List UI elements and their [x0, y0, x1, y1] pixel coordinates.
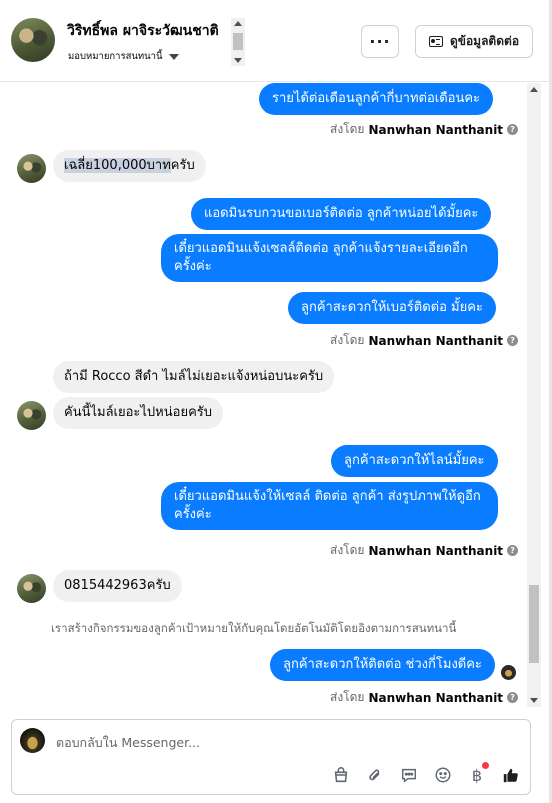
contact-name-panel: วิริทธิ์พล ผาจิระวัฒนชาติ มอบหมายการสนทน…: [65, 18, 245, 66]
scroll-down-arrow-icon[interactable]: [530, 698, 538, 703]
sent-by-prefix: ส่งโดย: [330, 122, 365, 136]
sender-name: Nanwhan Nanthanit: [368, 543, 504, 558]
automation-note: เราสร้างกิจกรรมของลูกค้าเป้าหมายให้กับคุ…: [51, 621, 457, 635]
message-text: ครับ: [170, 158, 195, 173]
conversation-header: วิริทธิ์พล ผาจิระวัฒนชาติ มอบหมายการสนทน…: [0, 0, 552, 82]
sent-by-prefix: ส่งโดย: [330, 543, 365, 557]
message-incoming[interactable]: ถ้ามี Rocco สีดำ ไมล์ไม่เยอะแจ้งหน่อบนะค…: [53, 361, 335, 393]
scroll-down-arrow-icon[interactable]: [234, 58, 242, 63]
baht-icon[interactable]: ฿: [467, 762, 489, 785]
thumbs-up-icon[interactable]: [501, 765, 521, 785]
view-contact-info-button[interactable]: ดูข้อมูลติดต่อ: [415, 25, 533, 58]
contact-name[interactable]: วิริทธิ์พล ผาจิระวัฒนชาติ: [67, 20, 219, 42]
thread-scrollbar[interactable]: [527, 83, 541, 707]
bag-icon[interactable]: [331, 765, 351, 785]
message-thread[interactable]: รายได้ต่อเดือนลูกค้ากี่บาทต่อเดือนคะ ส่ง…: [0, 83, 552, 707]
currency-symbol: ฿: [471, 765, 483, 785]
contact-avatar[interactable]: [11, 18, 55, 62]
sent-by-prefix: ส่งโดย: [330, 333, 365, 347]
message-outgoing[interactable]: ลูกค้าสะดวกให้ไลน์มั้ยคะ: [331, 445, 498, 477]
scroll-thumb[interactable]: [529, 585, 539, 663]
info-icon[interactable]: ?: [507, 335, 519, 346]
sender-name: Nanwhan Nanthanit: [368, 122, 504, 137]
message-outgoing[interactable]: ลูกค้าสะดวกให้เบอร์ติดต่อ มั้ยคะ: [288, 292, 496, 324]
message-outgoing[interactable]: เดี๋ยวแอดมินแจ้งเซลล์ติดต่อ ลูกค้าแจ้งรา…: [161, 234, 498, 282]
message-outgoing[interactable]: แอดมินรบกวนขอเบอร์ติดต่อ ลูกค้าหน่อยได้ม…: [191, 198, 492, 230]
view-contact-info-label: ดูข้อมูลติดต่อ: [449, 34, 520, 48]
chevron-down-icon: [168, 53, 179, 60]
composer-toolbar: ฿: [331, 762, 521, 785]
message-incoming[interactable]: คันนี้ไมล์เยอะไปหน่อยครับ: [53, 397, 223, 429]
speech-bubble-icon[interactable]: [399, 765, 419, 785]
message-outgoing[interactable]: ลูกค้าสะดวกให้ติดต่อ ช่วงกี่โมงดีคะ: [270, 649, 495, 681]
contact-avatar-small[interactable]: [17, 574, 46, 603]
scroll-up-arrow-icon[interactable]: [530, 87, 538, 92]
message-incoming[interactable]: เฉลี่ย100,000บาทครับ: [53, 150, 206, 182]
info-icon[interactable]: ?: [507, 545, 519, 556]
notification-dot: [482, 762, 489, 769]
info-icon[interactable]: ?: [507, 692, 519, 703]
sender-name: Nanwhan Nanthanit: [368, 690, 504, 705]
message-incoming[interactable]: 0815442963ครับ: [53, 570, 182, 602]
message-outgoing[interactable]: รายได้ต่อเดือนลูกค้ากี่บาทต่อเดือนคะ: [259, 83, 494, 115]
info-icon[interactable]: ?: [507, 124, 519, 135]
sent-by-label: ส่งโดย Nanwhan Nanthanit ?: [330, 688, 519, 707]
assign-label: มอบหมายการสนทนานี้: [68, 51, 163, 62]
sent-by-label: ส่งโดย Nanwhan Nanthanit ?: [330, 331, 519, 350]
sent-by-prefix: ส่งโดย: [330, 690, 365, 704]
paperclip-icon[interactable]: [365, 765, 385, 785]
reply-composer: ตอบกลับใน Messenger... ฿: [11, 719, 531, 795]
reply-input[interactable]: ตอบกลับใน Messenger...: [56, 733, 200, 753]
name-panel-scrollbar[interactable]: [231, 18, 245, 66]
sender-name: Nanwhan Nanthanit: [368, 333, 504, 348]
message-outgoing[interactable]: เดี๋ยวแอดมินแจ้งให้เซลล์ ติดต่อ ลูกค้า ส…: [161, 482, 498, 530]
contact-avatar-small[interactable]: [17, 401, 46, 430]
scroll-up-arrow-icon[interactable]: [234, 21, 242, 26]
sent-by-label: ส่งโดย Nanwhan Nanthanit ?: [330, 120, 519, 139]
scroll-thumb[interactable]: [233, 33, 243, 50]
highlighted-text: เฉลี่ย100,000บาท: [64, 158, 171, 173]
page-avatar: [20, 728, 45, 753]
contact-card-icon: [428, 36, 443, 47]
more-options-button[interactable]: ···: [361, 25, 399, 58]
smiley-icon[interactable]: [433, 765, 453, 785]
sent-by-label: ส่งโดย Nanwhan Nanthanit ?: [330, 541, 519, 560]
assign-conversation-dropdown[interactable]: มอบหมายการสนทนานี้: [68, 49, 179, 64]
page-avatar-small: [501, 665, 516, 680]
contact-avatar-small[interactable]: [17, 154, 46, 183]
